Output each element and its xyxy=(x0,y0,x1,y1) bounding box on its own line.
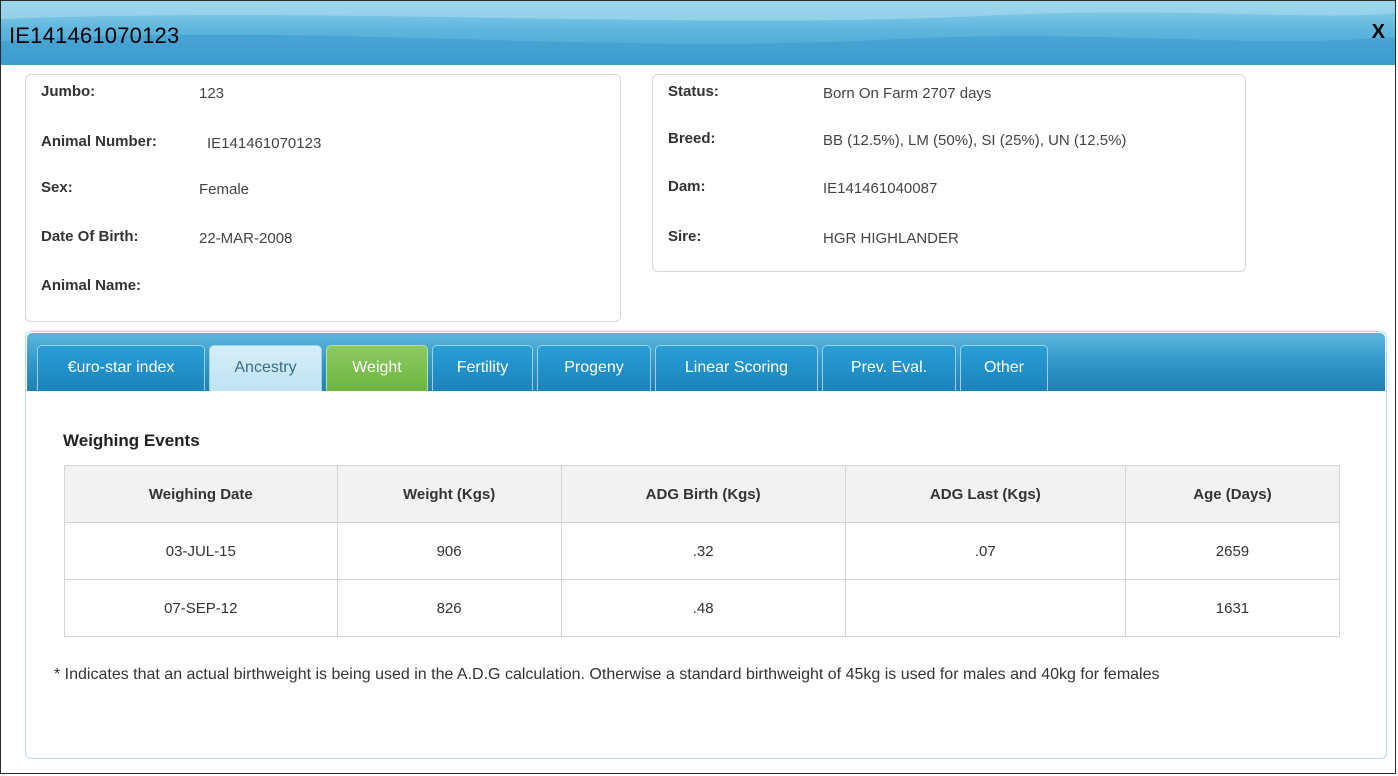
tab-fertility[interactable]: Fertility xyxy=(432,345,533,391)
tab-eurostar-index[interactable]: €uro-star index xyxy=(37,345,205,391)
animal-info-right: Status: Born On Farm 2707 days Breed: BB… xyxy=(652,74,1246,272)
adg-footnote: * Indicates that an actual birthweight i… xyxy=(54,666,1160,683)
animal-info-left: Jumbo: 123 Animal Number: IE141461070123… xyxy=(25,74,621,322)
tab-prev-eval[interactable]: Prev. Eval. xyxy=(822,345,956,391)
table-cell: 826 xyxy=(336,579,562,637)
field-label: Dam: xyxy=(668,178,706,195)
table-cell: 2659 xyxy=(1124,522,1341,580)
animal-details-dialog: IE141461070123 X Jumbo: 123 Animal Numbe… xyxy=(0,0,1396,774)
field-value[interactable]: IE141461040087 xyxy=(823,180,937,197)
table-cell: .07 xyxy=(844,522,1126,580)
field-value: 123 xyxy=(199,85,225,102)
field-label: Animal Name: xyxy=(41,277,142,294)
field-label: Jumbo: xyxy=(41,83,96,100)
field-label: Date Of Birth: xyxy=(41,228,139,245)
table-row: 03-JUL-15 906 .32 .07 2659 xyxy=(64,522,1341,580)
title-bar[interactable]: IE141461070123 X xyxy=(1,1,1395,65)
field-label: Sire: xyxy=(668,228,702,245)
table-cell: 03-JUL-15 xyxy=(64,522,338,580)
tab-other[interactable]: Other xyxy=(960,345,1048,391)
field-value: 22-MAR-2008 xyxy=(199,230,293,247)
tab-bar: €uro-star index Ancestry Weight Fertilit… xyxy=(27,333,1385,391)
field-label: Breed: xyxy=(668,130,716,147)
table-cell: 906 xyxy=(336,522,562,580)
column-header: ADG Last (Kgs) xyxy=(844,465,1126,523)
tab-weight[interactable]: Weight xyxy=(326,345,428,391)
column-header: Weighing Date xyxy=(64,465,338,523)
column-header: Weight (Kgs) xyxy=(336,465,562,523)
tab-ancestry[interactable]: Ancestry xyxy=(209,345,322,391)
weighing-events-table: Weighing Date Weight (Kgs) ADG Birth (Kg… xyxy=(64,465,1341,637)
field-value: BB (12.5%), LM (50%), SI (25%), UN (12.5… xyxy=(823,132,1127,149)
field-label: Sex: xyxy=(41,179,73,196)
column-header: Age (Days) xyxy=(1124,465,1341,523)
details-panel: €uro-star index Ancestry Weight Fertilit… xyxy=(25,331,1387,759)
table-cell: .32 xyxy=(560,522,846,580)
tab-linear-scoring[interactable]: Linear Scoring xyxy=(655,345,818,391)
table-cell: 1631 xyxy=(1124,579,1341,637)
title-bar-wave xyxy=(1,1,1395,65)
field-value: Female xyxy=(199,181,250,198)
table-header-row: Weighing Date Weight (Kgs) ADG Birth (Kg… xyxy=(64,465,1341,523)
field-value[interactable]: HGR HIGHLANDER xyxy=(823,230,959,247)
table-cell: .48 xyxy=(560,579,846,637)
table-cell xyxy=(844,579,1126,637)
field-label: Status: xyxy=(668,83,719,100)
close-button[interactable]: X xyxy=(1372,21,1385,44)
dialog-title: IE141461070123 xyxy=(9,23,180,48)
field-value: Born On Farm 2707 days xyxy=(823,85,992,102)
table-row: 07-SEP-12 826 .48 1631 xyxy=(64,579,1341,637)
field-label: Animal Number: xyxy=(41,133,157,150)
tab-progeny[interactable]: Progeny xyxy=(537,345,651,391)
column-header: ADG Birth (Kgs) xyxy=(560,465,846,523)
table-cell: 07-SEP-12 xyxy=(64,579,338,637)
weighing-events-title: Weighing Events xyxy=(63,431,200,450)
field-value: IE141461070123 xyxy=(207,135,322,152)
